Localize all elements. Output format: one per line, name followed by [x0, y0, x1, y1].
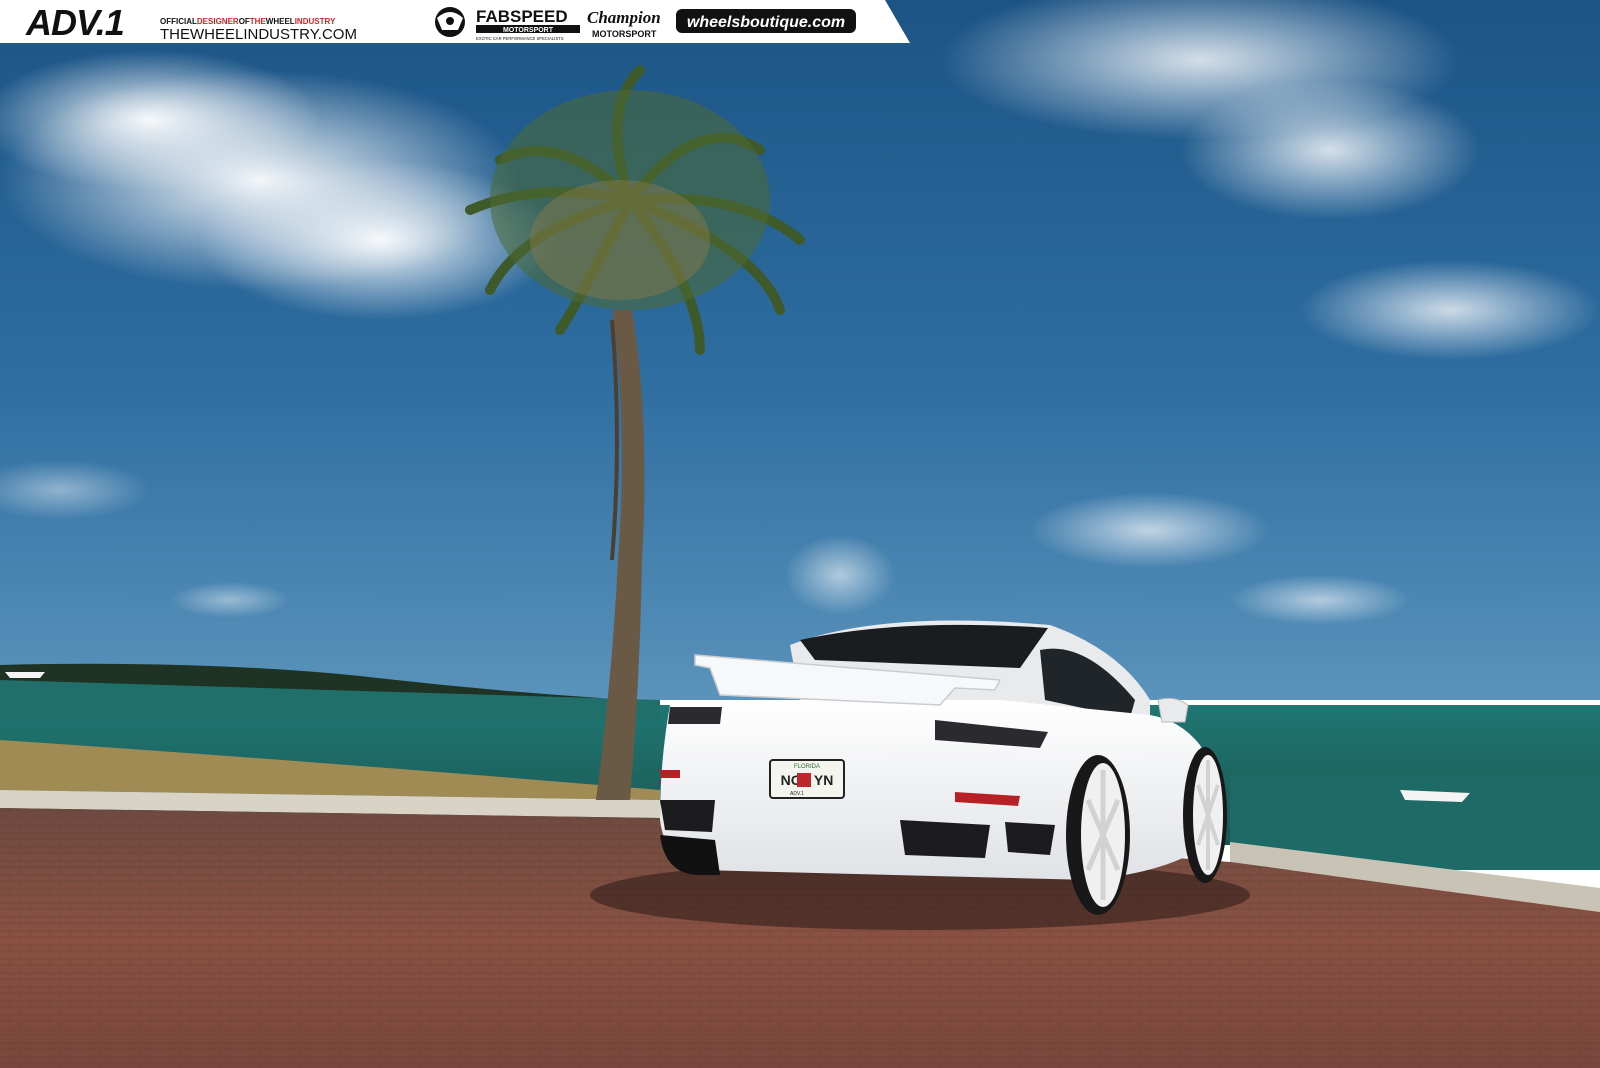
tagline-official: OFFICIAL: [160, 17, 197, 26]
sponsor-banner: ADV.1 OFFICIALDESIGNEROFTHEWHEELINDUSTRY…: [0, 0, 910, 43]
plate-state: FLORIDA: [794, 764, 820, 770]
adv1-logo: ADV.1: [25, 2, 124, 43]
tagline-designer: DESIGNER: [197, 17, 239, 26]
fabspeed-tagline: EXOTIC CAR PERFORMANCE SPECIALISTS: [476, 36, 564, 41]
fabspeed-sub: MOTORSPORT: [503, 27, 554, 34]
tagline-wheel: WHEEL: [266, 17, 295, 26]
plate-frame: ADV.1: [790, 791, 804, 797]
photo-scene: FLORIDA NOF YN ADV.1: [0, 0, 1600, 1068]
tagline-of: OF: [239, 17, 250, 26]
svg-text:OFFICIALDESIGNEROFTHEWHEELINDU: OFFICIALDESIGNEROFTHEWHEELINDUSTRY: [160, 17, 336, 26]
wheelsboutique-logo: wheelsboutique.com: [687, 14, 845, 31]
fabspeed-crest-icon: [435, 7, 465, 37]
champion-sub: MOTORSPORT: [592, 29, 657, 39]
tagline-the: THE: [250, 17, 267, 26]
adv1-domain: THEWHEELINDUSTRY.COM: [160, 26, 357, 43]
champion-name: Champion: [587, 8, 661, 27]
fabspeed-name: FABSPEED: [476, 7, 568, 26]
tagline-industry: INDUSTRY: [295, 17, 336, 26]
